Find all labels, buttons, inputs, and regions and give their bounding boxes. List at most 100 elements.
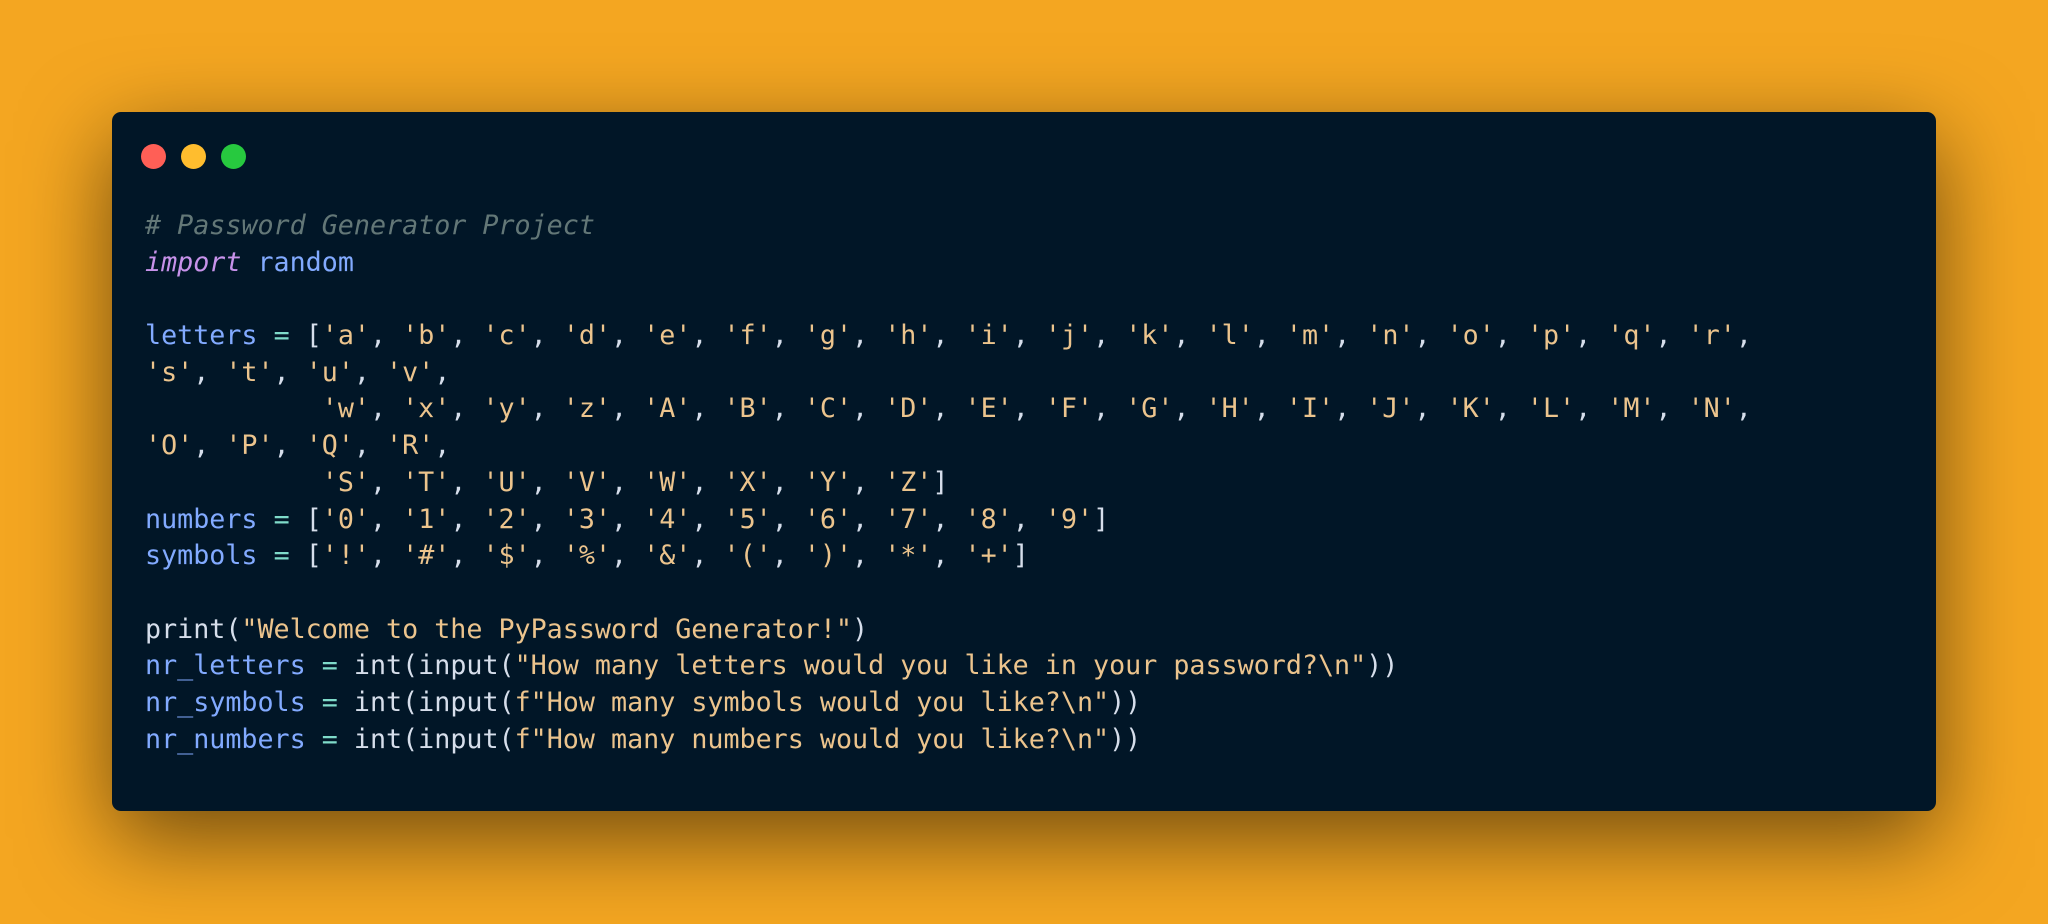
code-token: print(: [145, 613, 242, 645]
code-token: ,: [450, 466, 483, 498]
maximize-dot-icon[interactable]: [221, 144, 246, 169]
code-line: # Password Generator Project: [145, 208, 1905, 245]
code-token: int(input(: [337, 650, 515, 682]
code-token: ,: [611, 320, 644, 352]
code-token: 'o': [1446, 320, 1495, 352]
code-token: ')': [803, 540, 853, 572]
code-token: ,: [771, 503, 804, 535]
code-token: =: [273, 540, 290, 572]
code-token: 's': [145, 356, 194, 388]
code-token: numbers: [145, 503, 258, 535]
code-token: '4': [643, 503, 692, 535]
code-token: ,: [353, 430, 387, 462]
code-token: ,: [369, 540, 403, 572]
code-token: ,: [771, 540, 804, 572]
code-line: letters = ['a', 'b', 'c', 'd', 'e', 'f',…: [145, 318, 1905, 355]
code-token: ,: [1334, 393, 1367, 425]
code-token: '6': [803, 503, 853, 535]
code-token: '8': [964, 503, 1013, 535]
code-token: ,: [610, 393, 644, 425]
code-token: ,: [1012, 393, 1045, 425]
code-line: print("Welcome to the PyPassword Generat…: [145, 612, 1905, 649]
code-token: ,: [1414, 320, 1447, 352]
code-line: nr_letters = int(input("How many letters…: [145, 648, 1905, 685]
code-token: '9': [1044, 503, 1094, 535]
code-token: ,: [932, 503, 965, 535]
code-token: 'X': [723, 466, 772, 498]
code-token: ,: [852, 540, 885, 572]
code-token: 'A': [643, 393, 692, 425]
code-token: ,: [691, 393, 724, 425]
code-token: =: [273, 320, 290, 352]
code-token: ): [851, 613, 869, 645]
code-token: ,: [611, 540, 644, 572]
code-token: '!': [321, 540, 370, 572]
code-token: [: [289, 503, 322, 535]
code-token: )): [1109, 686, 1142, 718]
code-token: ,: [1655, 393, 1688, 425]
code-token: 'u': [305, 356, 354, 388]
code-token: ,: [369, 503, 403, 535]
code-token: f"How many symbols would you like?\n": [514, 686, 1110, 718]
code-token: [: [289, 540, 322, 572]
code-token: 'K': [1446, 393, 1495, 425]
code-token: ,: [1093, 393, 1126, 425]
code-token: 'd': [562, 320, 612, 352]
code-token: ,: [369, 466, 403, 498]
code-token: int(input(: [337, 686, 515, 718]
code-token: ,: [691, 540, 724, 572]
code-token: 'Y': [803, 466, 853, 498]
code-token: 'p': [1526, 320, 1576, 352]
code-token: ,: [771, 393, 804, 425]
code-token: ,: [852, 320, 885, 352]
code-token: ,: [273, 430, 306, 462]
code-token: # Password Generator Project: [145, 210, 595, 241]
code-token: =: [321, 723, 338, 755]
code-token: '5': [723, 503, 772, 535]
code-token: ,: [530, 466, 563, 498]
code-token: '3': [562, 503, 612, 535]
code-token: 'E': [964, 393, 1013, 425]
code-token: 'x': [402, 393, 451, 425]
code-token: 'n': [1366, 320, 1415, 352]
code-token: 'c': [482, 320, 531, 352]
code-token: )): [1366, 650, 1399, 682]
code-token: '(': [723, 540, 772, 572]
code-token: '+': [964, 540, 1013, 572]
code-token: 'P': [225, 430, 274, 462]
code-token: 'M': [1607, 393, 1656, 425]
code-token: ,: [1012, 320, 1045, 352]
code-token: symbols: [145, 540, 258, 572]
code-token: 'j': [1044, 320, 1094, 352]
close-dot-icon[interactable]: [141, 144, 166, 169]
code-line: nr_symbols = int(input(f"How many symbol…: [145, 685, 1905, 722]
code-token: ,: [1575, 393, 1608, 425]
code-line: 'S', 'T', 'U', 'V', 'W', 'X', 'Y', 'Z']: [145, 465, 1905, 502]
code-token: 'b': [402, 320, 451, 352]
code-token: ,: [1012, 503, 1045, 535]
code-token: ,: [434, 430, 451, 462]
code-token: 'S': [321, 466, 370, 498]
code-token: ,: [450, 503, 483, 535]
code-token: 'v': [386, 356, 435, 388]
code-token: 'N': [1687, 393, 1736, 425]
code-token: ,: [434, 356, 451, 388]
code-token: ,: [852, 466, 885, 498]
code-token: ,: [1735, 393, 1752, 425]
code-token: ,: [852, 393, 885, 425]
code-token: =: [321, 650, 338, 682]
code-token: nr_numbers: [145, 723, 306, 755]
minimize-dot-icon[interactable]: [181, 144, 206, 169]
code-token: 'O': [145, 430, 194, 462]
code-token: 'Z': [884, 466, 933, 498]
code-token: letters: [145, 320, 258, 352]
code-token: int(input(: [337, 723, 515, 755]
code-token: "How many letters would you like in your…: [514, 650, 1367, 682]
code-token: ]: [1093, 503, 1110, 535]
code-token: 'y': [482, 393, 531, 425]
